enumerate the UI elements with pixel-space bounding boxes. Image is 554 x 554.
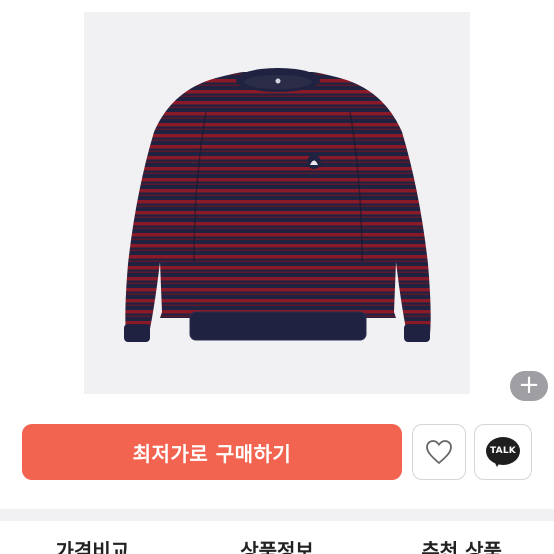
- tab-price-compare[interactable]: 가격비교: [0, 521, 185, 554]
- zoom-image-button[interactable]: +: [510, 371, 548, 401]
- kakaotalk-share-button[interactable]: TALK: [474, 424, 532, 480]
- wishlist-button[interactable]: [412, 424, 466, 480]
- buy-lowest-price-button[interactable]: 최저가로 구매하기: [22, 424, 402, 480]
- kangol-logo: [307, 155, 321, 169]
- detail-tabs: 가격비교 상품정보 추천 상품: [0, 521, 554, 554]
- section-divider: [0, 509, 554, 521]
- plus-icon: +: [518, 370, 540, 400]
- tab-product-info[interactable]: 상품정보: [185, 521, 370, 554]
- talk-icon: TALK: [486, 437, 520, 467]
- tab-recommended[interactable]: 추천 상품: [369, 521, 554, 554]
- sweater-illustration: [124, 68, 431, 342]
- product-image[interactable]: +: [84, 12, 548, 401]
- heart-icon: [426, 440, 452, 464]
